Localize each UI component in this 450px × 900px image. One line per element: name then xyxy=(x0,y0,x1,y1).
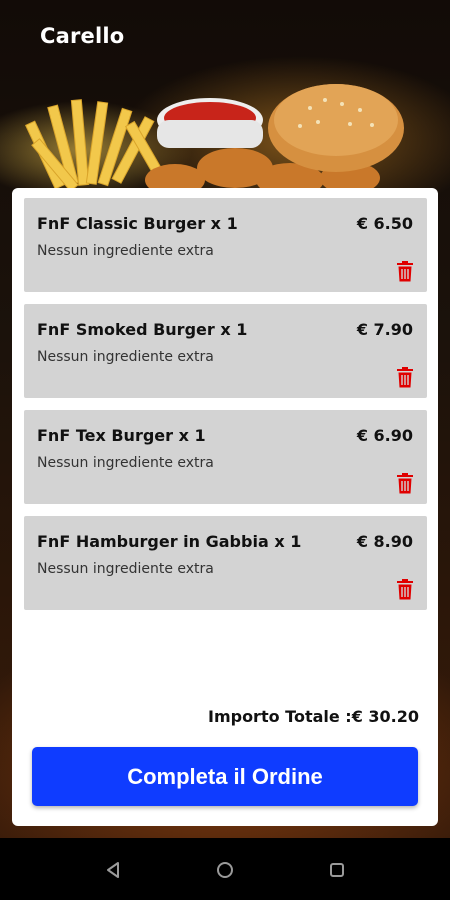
cart-card: FnF Classic Burger x 1 € 6.50 Nessun ing… xyxy=(12,188,438,826)
system-nav-bar xyxy=(0,838,450,900)
cart-item: FnF Smoked Burger x 1 € 7.90 Nessun ingr… xyxy=(24,304,427,398)
item-price: € 6.50 xyxy=(356,214,413,233)
cart-item: FnF Tex Burger x 1 € 6.90 Nessun ingredi… xyxy=(24,410,427,504)
recents-icon[interactable] xyxy=(325,858,349,882)
page-title: Carello xyxy=(40,24,125,48)
trash-icon[interactable] xyxy=(397,260,413,282)
item-extras: Nessun ingrediente extra xyxy=(37,243,214,259)
item-extras: Nessun ingrediente extra xyxy=(37,561,214,577)
complete-order-button[interactable]: Completa il Ordine xyxy=(32,747,418,806)
item-name: FnF Hamburger in Gabbia x 1 xyxy=(37,532,302,551)
item-price: € 7.90 xyxy=(356,320,413,339)
item-extras: Nessun ingrediente extra xyxy=(37,349,214,365)
item-name: FnF Tex Burger x 1 xyxy=(37,426,206,445)
trash-icon[interactable] xyxy=(397,578,413,600)
back-icon[interactable] xyxy=(101,858,125,882)
order-total: Importo Totale :€ 30.20 xyxy=(207,707,419,726)
trash-icon[interactable] xyxy=(397,472,413,494)
cart-item: FnF Classic Burger x 1 € 6.50 Nessun ing… xyxy=(24,198,427,292)
cart-item: FnF Hamburger in Gabbia x 1 € 8.90 Nessu… xyxy=(24,516,427,610)
food-banner-image xyxy=(25,84,404,197)
item-extras: Nessun ingrediente extra xyxy=(37,455,214,471)
home-icon[interactable] xyxy=(213,858,237,882)
trash-icon[interactable] xyxy=(397,366,413,388)
item-name: FnF Classic Burger x 1 xyxy=(37,214,238,233)
item-price: € 6.90 xyxy=(356,426,413,445)
item-name: FnF Smoked Burger x 1 xyxy=(37,320,248,339)
item-price: € 8.90 xyxy=(356,532,413,551)
